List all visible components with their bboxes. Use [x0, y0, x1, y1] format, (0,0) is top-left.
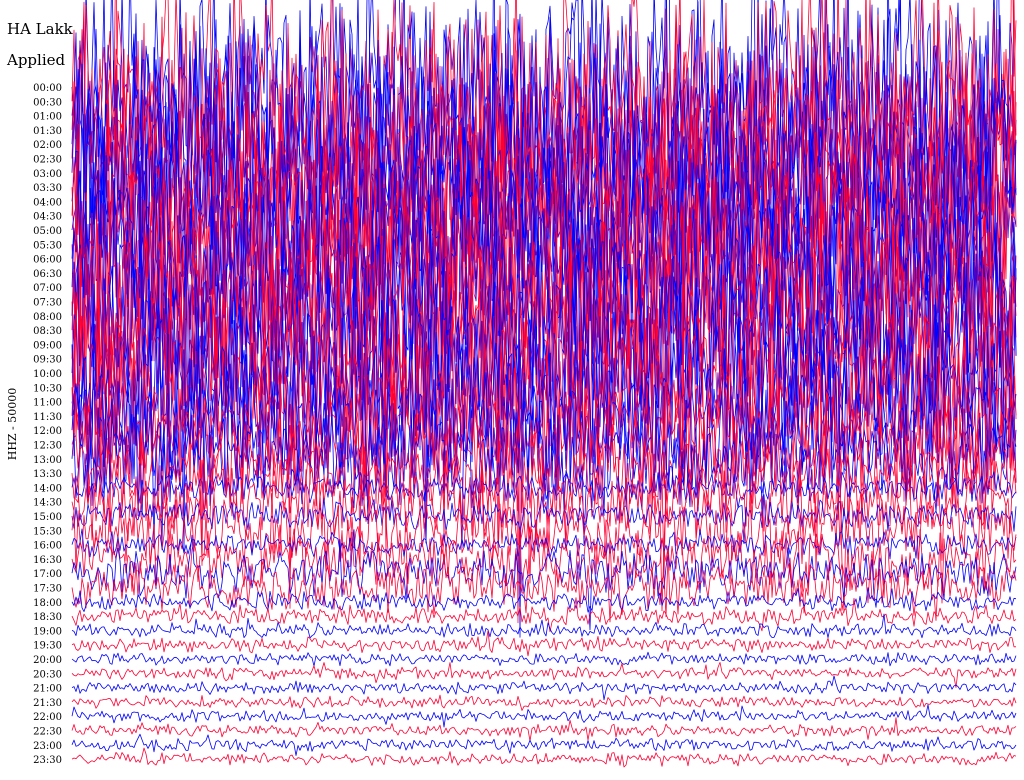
- time-tick-label: 11:30: [33, 412, 62, 423]
- time-tick-label: 15:00: [33, 512, 62, 523]
- time-tick-label: 08:00: [33, 312, 62, 323]
- trace-line: [71, 704, 1017, 728]
- time-tick-label: 07:30: [33, 298, 62, 309]
- time-tick-label: 23:30: [33, 755, 62, 766]
- trace-line: [71, 662, 1017, 688]
- time-tick-label: 18:00: [33, 598, 62, 609]
- time-tick-label: 02:00: [33, 140, 62, 151]
- trace-line: [71, 694, 1017, 711]
- time-tick-label: 10:30: [33, 383, 62, 394]
- time-tick-label: 16:00: [33, 541, 62, 552]
- helicorder-plot: 00:00 00:30 01:00 01:30 02:00 02:30 03:00 03:30…: [6, 0, 1017, 768]
- time-tick-label: 22:00: [33, 712, 62, 723]
- time-tick-label: 19:30: [33, 641, 62, 652]
- time-tick-label: 01:00: [33, 112, 62, 123]
- trace-line: [71, 747, 1017, 768]
- time-tick-label: 17:00: [33, 569, 62, 580]
- time-tick-label: 06:30: [33, 269, 62, 280]
- time-tick-label: 09:00: [33, 340, 62, 351]
- time-tick-label: 01:30: [33, 126, 62, 137]
- time-tick-label: 03:00: [33, 169, 62, 180]
- helicorder-page: HA Lakk Applied 00:00 00:30 01:00 01:30 02:0…: [0, 0, 1024, 780]
- time-tick-label: 10:00: [33, 369, 62, 380]
- time-tick-label: 13:30: [33, 469, 62, 480]
- time-tick-label: 07:00: [33, 283, 62, 294]
- time-tick-label: 08:30: [33, 326, 62, 337]
- time-tick-label: 17:30: [33, 584, 62, 595]
- time-tick-label: 22:30: [33, 727, 62, 738]
- time-tick-label: 21:30: [33, 698, 62, 709]
- time-tick-label: 23:00: [33, 741, 62, 752]
- time-tick-label: 20:30: [33, 669, 62, 680]
- time-tick-label: 06:00: [33, 255, 62, 266]
- time-tick-label: 12:00: [33, 426, 62, 437]
- time-tick-label: 00:00: [33, 83, 62, 94]
- time-tick-label: 05:30: [33, 240, 62, 251]
- time-tick-label: 11:00: [33, 398, 62, 409]
- trace-line: [71, 733, 1017, 756]
- time-tick-label: 03:30: [33, 183, 62, 194]
- time-tick-label: 00:30: [33, 97, 62, 108]
- time-tick-label: 12:30: [33, 441, 62, 452]
- trace-line: [71, 597, 1017, 633]
- channel-axis-label: HHZ - 50000: [6, 388, 19, 461]
- trace-line: [71, 675, 1017, 701]
- time-tick-label: 21:00: [33, 684, 62, 695]
- trace-line: [71, 717, 1017, 742]
- trace-line: [71, 651, 1017, 667]
- trace-layer: [71, 0, 1017, 768]
- time-tick-label: 14:00: [33, 483, 62, 494]
- time-tick-labels: 00:00 00:30 01:00 01:30 02:00 02:30 03:00 03:30…: [33, 83, 62, 766]
- time-tick-label: 19:00: [33, 626, 62, 637]
- time-tick-label: 20:00: [33, 655, 62, 666]
- time-tick-label: 05:00: [33, 226, 62, 237]
- trace-line: [71, 613, 1017, 639]
- time-tick-label: 16:30: [33, 555, 62, 566]
- time-tick-label: 18:30: [33, 612, 62, 623]
- time-tick-label: 14:30: [33, 498, 62, 509]
- time-tick-label: 04:30: [33, 212, 62, 223]
- time-tick-label: 15:30: [33, 526, 62, 537]
- time-tick-label: 04:00: [33, 197, 62, 208]
- time-tick-label: 09:30: [33, 355, 62, 366]
- time-tick-label: 13:00: [33, 455, 62, 466]
- time-tick-label: 02:30: [33, 155, 62, 166]
